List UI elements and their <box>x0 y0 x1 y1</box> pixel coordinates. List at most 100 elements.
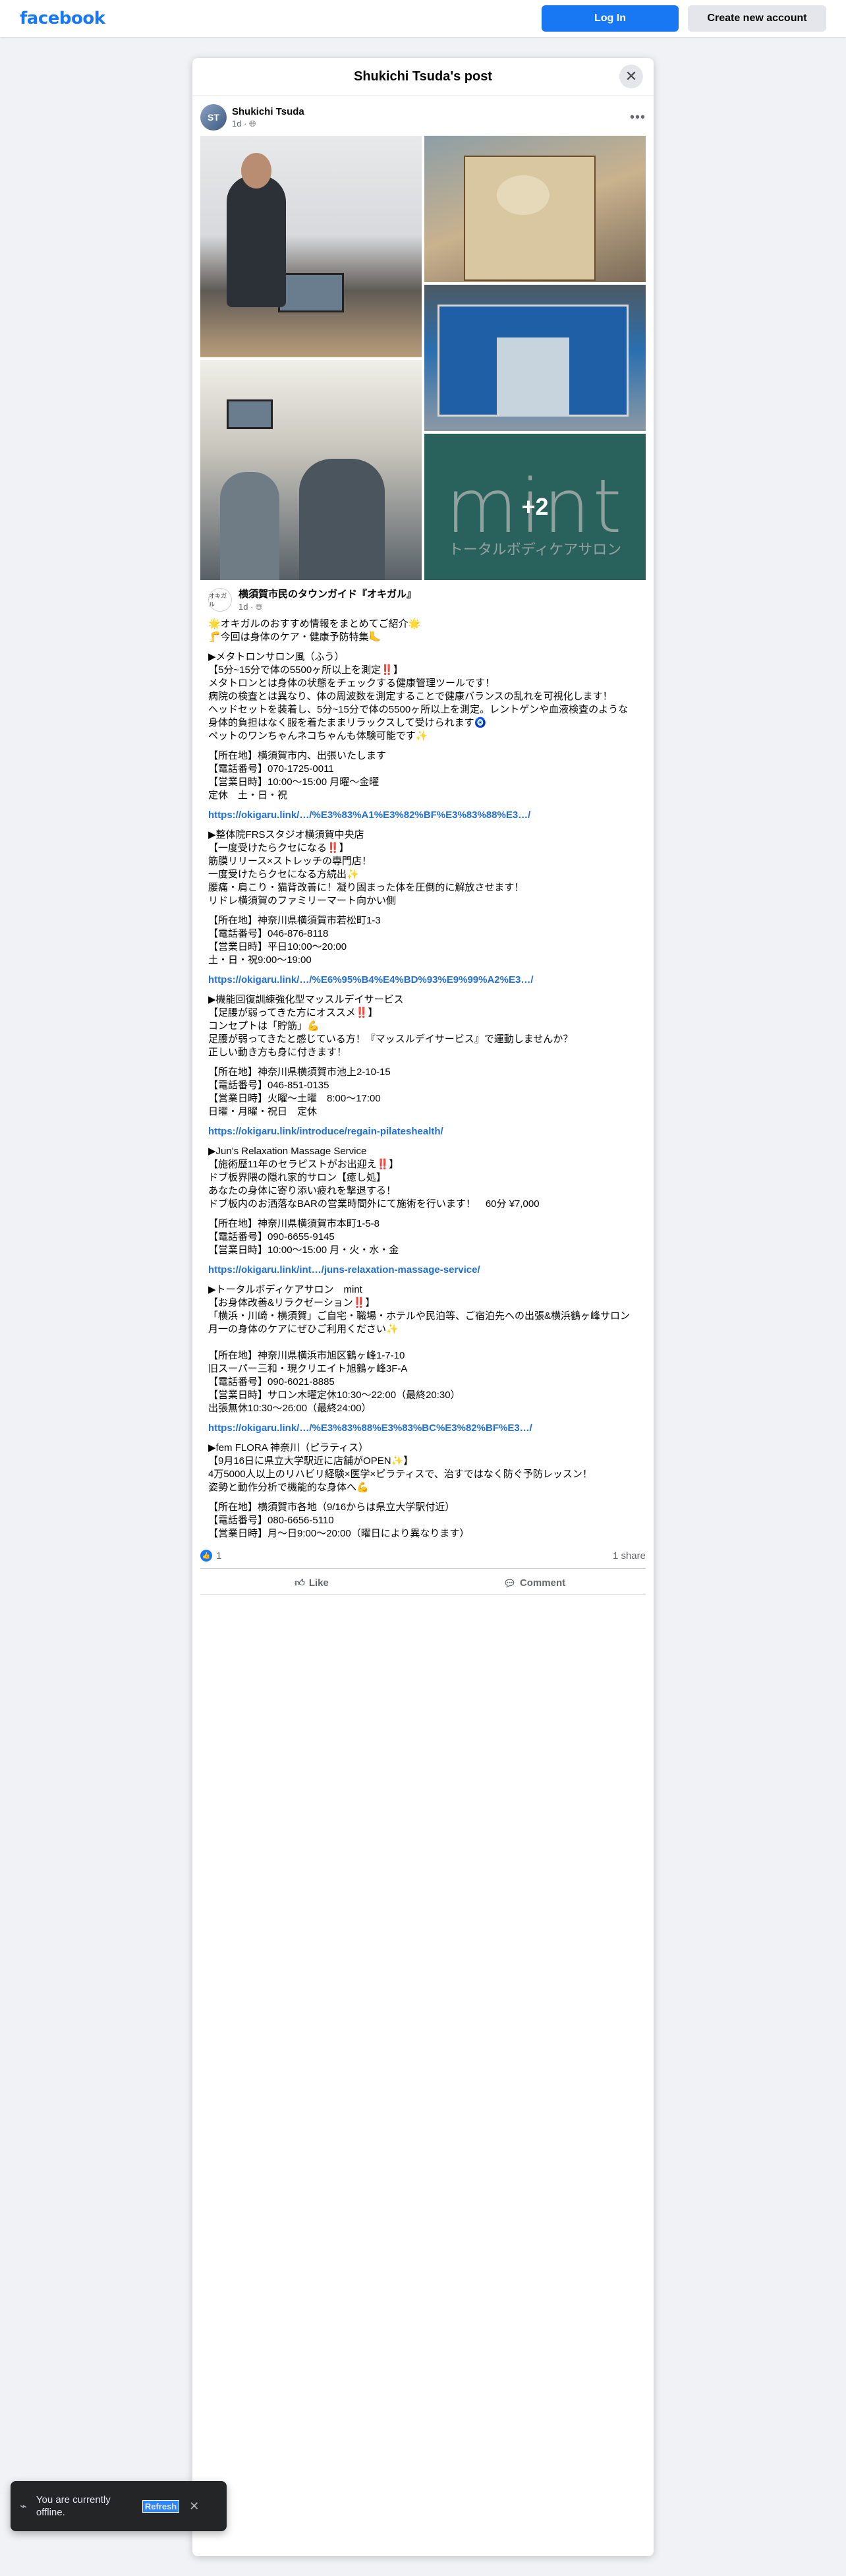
post-paragraph: 【所在地】横須賀市内、出張いたします 【電話番号】070-1725-0011 【営業… <box>208 749 638 802</box>
comment-icon: 💬︎ <box>503 1577 516 1589</box>
offline-message: You are currently offline. <box>36 2494 111 2518</box>
text-line: 一度受けたらクセになる方続出✨ <box>208 869 359 880</box>
like-button[interactable]: 👍︎ Like <box>200 1571 423 1595</box>
text-line: 【施術歴11年のセラピストがお出迎え‼️】 <box>208 1159 399 1170</box>
author-avatar[interactable]: ST <box>200 104 227 131</box>
comment-button[interactable]: 💬︎ Comment <box>423 1571 646 1595</box>
text-line: 🌟オキガルのおすすめ情報をまとめてご紹介🌟 <box>208 618 421 629</box>
text-line: 【営業日時】月〜日9:00〜20:00（曜日により異なります） <box>208 1528 470 1539</box>
text-line: 🦵今回は身体のケア・健康予防特集🦶 <box>208 631 381 643</box>
text-line: 定休 土・日・祝 <box>208 790 288 801</box>
text-line: 【電話番号】090-6655-9145 <box>208 1231 335 1243</box>
post-link[interactable]: https://okigaru.link/int…/juns-relaxatio… <box>208 1264 638 1277</box>
more-options-icon[interactable]: ••• <box>630 110 646 125</box>
text-line: 【営業日時】サロン木曜定休10:30〜22:00（最終20:30） <box>208 1390 461 1401</box>
post-time[interactable]: 1d <box>232 119 241 129</box>
text-line: リドレ横須賀のファミリーマート向かい側 <box>208 895 397 906</box>
text-line: ▶メタトロンサロン風（ふう） <box>208 651 345 662</box>
text-line: 【営業日時】平日10:00〜20:00 <box>208 941 347 952</box>
reactions-bar: 👍 1 1 share <box>200 1550 646 1569</box>
shared-page-header: オキガル 横須賀市民のタウンガイド『オキガル』 1d · 🌐︎ <box>192 580 654 614</box>
text-line: ドブ板界隈の隠れ家的サロン【癒し処】 <box>208 1172 387 1183</box>
text-line: 土・日・祝9:00〜19:00 <box>208 954 312 966</box>
top-navigation-bar: facebook Log In Create new account <box>0 0 846 37</box>
text-line: 【所在地】神奈川県横須賀市若松町1-3 <box>208 915 381 926</box>
link-text[interactable]: https://okigaru.link/…/%E3%83%88%E3%83%B… <box>208 1422 638 1435</box>
close-icon[interactable]: ✕ <box>619 65 643 88</box>
post-header: ST Shukichi Tsuda 1d · 🌐︎ ••• <box>192 96 654 136</box>
text-line: 【5分~15分で体の5500ヶ所以上を測定‼️】 <box>208 664 403 676</box>
text-line: 【所在地】横須賀市各地（9/16からは県立大学駅付近） <box>208 1502 455 1513</box>
photo-ukiyoe-poster[interactable] <box>424 136 646 282</box>
text-line: ▶機能回復訓練強化型マッスルデイサービス <box>208 994 404 1005</box>
text-line: 【電話番号】070-1725-0011 <box>208 763 334 775</box>
like-reaction-icon[interactable]: 👍 <box>200 1550 212 1562</box>
globe-icon: 🌐︎ <box>256 602 263 612</box>
post-link[interactable]: https://okigaru.link/…/%E3%83%88%E3%83%B… <box>208 1422 638 1435</box>
post-paragraph: ▶トータルボディケアサロン mint 【お身体改善&リラクゼーション‼️】 「横浜・… <box>208 1283 638 1415</box>
text-line: あなたの身体に寄り添い疲れを撃退する！ <box>208 1185 397 1196</box>
post-link[interactable]: https://okigaru.link/…/%E3%83%A1%E3%82%B… <box>208 809 638 822</box>
more-photos-overlay[interactable]: +2 <box>424 434 646 580</box>
text-line: ドブ板内のお洒落なBARの営業時間外にて施術を行います！ 60分 ¥7,000 <box>208 1198 540 1210</box>
globe-icon: 🌐︎ <box>249 118 256 129</box>
text-line: 足腰が弱ってきたと感じている方！『マッスルデイサービス』で運動しませんか？ <box>208 1034 573 1045</box>
post-paragraph: ▶整体院FRSスタジオ横須賀中央店 【一度受けたらクセになる‼️】 筋膜リリース×ス… <box>208 829 638 908</box>
photo-man-with-laptop[interactable] <box>200 136 422 357</box>
post-paragraph: 【所在地】神奈川県横須賀市池上2-10-15 【電話番号】046-851-0135… <box>208 1066 638 1119</box>
facebook-logo[interactable]: facebook <box>20 9 105 28</box>
photo-mint-salon[interactable]: mint トータルボディケアサロン +2 <box>424 434 646 580</box>
author-name[interactable]: Shukichi Tsuda <box>232 106 304 117</box>
text-line: 【足腰が弱ってきた方にオススメ‼️】 <box>208 1007 378 1018</box>
text-line: ▶fem FLORA 神奈川（ピラティス） <box>208 1442 369 1453</box>
post-link[interactable]: https://okigaru.link/introduce/regain-pi… <box>208 1125 638 1138</box>
page-name[interactable]: 横須賀市民のタウンガイド『オキガル』 <box>239 587 416 600</box>
text-line <box>208 1336 638 1349</box>
text-line: 【9月16日に県立大学駅近に店舗がOPEN✨】 <box>208 1455 414 1467</box>
text-line: 旧スーパー三和・現クリエイト旭鶴ヶ峰3F-A <box>208 1363 408 1374</box>
page-time[interactable]: 1d <box>239 602 248 612</box>
share-count[interactable]: 1 share <box>613 1550 646 1562</box>
text-line: 【所在地】横須賀市内、出張いたします <box>208 750 387 761</box>
post-paragraph: ▶Jun's Relaxation Massage Service 【施術歴11年… <box>208 1145 638 1211</box>
page-avatar[interactable]: オキガル <box>208 587 232 612</box>
text-line: 姿勢と動作分析で機能的な身体へ💪 <box>208 1482 369 1493</box>
photo-exercise-class[interactable] <box>200 360 422 580</box>
post-dialog: Shukichi Tsuda's post ✕ ST Shukichi Tsud… <box>192 58 654 2556</box>
close-icon[interactable]: ✕ <box>189 2500 199 2513</box>
login-button[interactable]: Log In <box>542 5 679 32</box>
post-paragraph: 【所在地】神奈川県横須賀市若松町1-3 【電話番号】046-876-8118 【営業… <box>208 914 638 967</box>
link-text[interactable]: https://okigaru.link/…/%E3%83%A1%E3%82%B… <box>208 809 638 822</box>
link-text[interactable]: https://okigaru.link/int…/juns-relaxatio… <box>208 1264 638 1277</box>
create-account-button[interactable]: Create new account <box>688 5 826 32</box>
link-text[interactable]: https://okigaru.link/…/%E6%95%B4%E4%BD%9… <box>208 974 638 987</box>
post-paragraph: 【所在地】神奈川県横須賀市本町1-5-8 【電話番号】090-6655-9145 【… <box>208 1217 638 1257</box>
text-line: メタトロンとは身体の状態をチェックする健康管理ツールです！ <box>208 678 495 689</box>
text-line: 「横浜・川崎・横須賀」ご自宅・職場・ホテルや民泊等、ご宿泊先への出張&横浜鶴ヶ峰… <box>208 1310 631 1322</box>
auth-buttons: Log In Create new account <box>542 5 826 32</box>
post-link[interactable]: https://okigaru.link/…/%E6%95%B4%E4%BD%9… <box>208 974 638 987</box>
photo-grid: mint トータルボディケアサロン +2 <box>200 136 646 580</box>
text-line: 【営業日時】火曜〜土曜 8:00〜17:00 <box>208 1093 381 1104</box>
text-line: 【所在地】神奈川県横須賀市池上2-10-15 <box>208 1067 391 1078</box>
comment-label: Comment <box>519 1577 566 1589</box>
text-line: ▶Jun's Relaxation Massage Service <box>208 1146 367 1157</box>
reaction-count[interactable]: 1 <box>216 1550 221 1562</box>
post-body: 🌟オキガルのおすすめ情報をまとめてご紹介🌟 🦵今回は身体のケア・健康予防特集🦶 ▶メ… <box>192 614 654 1540</box>
text-line: 【電話番号】046-876-8118 <box>208 928 329 939</box>
dialog-title: Shukichi Tsuda's post <box>354 69 492 84</box>
text-line: 日曜・月曜・祝日 定休 <box>208 1106 318 1117</box>
text-line: 筋膜リリース×ストレッチの専門店！ <box>208 856 372 867</box>
text-line: 【所在地】神奈川県横浜市旭区鶴ヶ峰1-7-10 <box>208 1350 405 1361</box>
photo-storefront[interactable] <box>424 285 646 431</box>
link-text[interactable]: https://okigaru.link/introduce/regain-pi… <box>208 1125 638 1138</box>
page-meta: 1d · 🌐︎ <box>239 602 263 612</box>
refresh-button[interactable]: Refresh <box>142 2500 180 2513</box>
text-line: 【所在地】神奈川県横須賀市本町1-5-8 <box>208 1218 380 1229</box>
text-line: 正しい動き方も身に付きます！ <box>208 1047 347 1058</box>
post-paragraph: 【所在地】横須賀市各地（9/16からは県立大学駅付近） 【電話番号】080-665… <box>208 1501 638 1540</box>
text-line: 4万5000人以上のリハビリ経験×医学×ピラティスで、治すではなく防ぐ予防レッス… <box>208 1469 592 1480</box>
wifi-off-icon: ⌁ <box>20 2499 27 2513</box>
post-paragraph: ▶機能回復訓練強化型マッスルデイサービス 【足腰が弱ってきた方にオススメ‼️】 コン… <box>208 993 638 1059</box>
text-line: コンセプトは「貯筋」💪 <box>208 1020 320 1032</box>
